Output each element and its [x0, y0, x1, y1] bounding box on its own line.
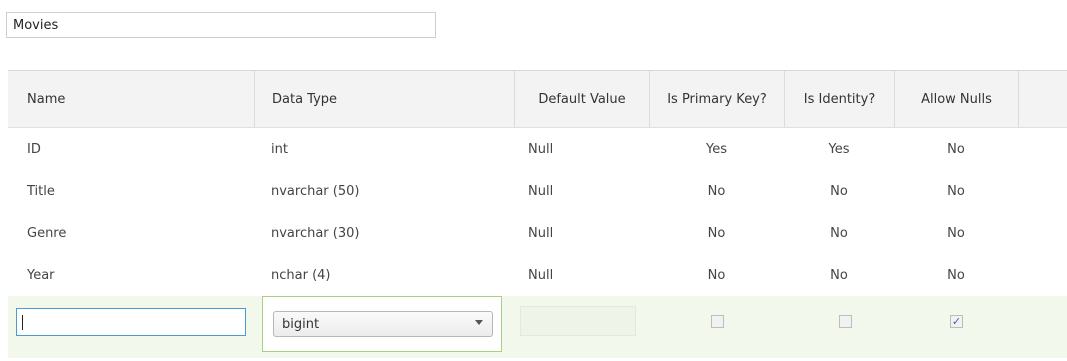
chevron-down-icon[interactable] — [475, 320, 483, 325]
columns-grid: Name Data Type Default Value Is Primary … — [8, 70, 1067, 361]
cell-is-identity[interactable]: Yes — [784, 128, 894, 170]
text-caret — [22, 315, 23, 330]
cell-data-type[interactable]: int — [271, 128, 501, 170]
table-row[interactable]: Genre nvarchar (30) Null No No No — [8, 212, 1067, 254]
header-allow-nulls[interactable]: Allow Nulls — [894, 71, 1018, 127]
cell-default-value[interactable]: Null — [528, 128, 638, 170]
cell-is-identity[interactable]: No — [784, 212, 894, 254]
table-row[interactable]: Year nchar (4) Null No No No — [8, 254, 1067, 296]
cell-is-primary-key[interactable]: No — [649, 254, 784, 296]
table-name-input[interactable] — [6, 12, 436, 38]
cell-allow-nulls[interactable]: No — [894, 212, 1018, 254]
cell-is-identity[interactable]: No — [784, 254, 894, 296]
data-type-editor: bigint — [262, 296, 502, 352]
header-is-identity[interactable]: Is Identity? — [784, 71, 894, 127]
is-primary-key-checkbox[interactable] — [711, 315, 724, 328]
grid-header: Name Data Type Default Value Is Primary … — [8, 71, 1067, 128]
cell-allow-nulls[interactable]: No — [894, 128, 1018, 170]
cell-name[interactable]: Title — [27, 170, 247, 212]
cell-data-type[interactable]: nchar (4) — [271, 254, 501, 296]
header-default-value[interactable]: Default Value — [514, 71, 649, 127]
new-default-value-input[interactable] — [520, 306, 636, 336]
new-column-row: bigint ✓ — [8, 296, 1067, 358]
cell-data-type[interactable]: nvarchar (50) — [271, 170, 501, 212]
cell-default-value[interactable]: Null — [528, 212, 638, 254]
header-extra — [1018, 71, 1067, 127]
cell-name[interactable]: Year — [27, 254, 247, 296]
cell-name[interactable]: Genre — [27, 212, 247, 254]
cell-allow-nulls[interactable]: No — [894, 170, 1018, 212]
header-is-primary-key[interactable]: Is Primary Key? — [649, 71, 784, 127]
table-row[interactable]: ID int Null Yes Yes No — [8, 128, 1067, 170]
checkmark-icon: ✓ — [951, 315, 962, 328]
cell-allow-nulls[interactable]: No — [894, 254, 1018, 296]
header-name[interactable]: Name — [8, 71, 254, 127]
cell-is-primary-key[interactable]: Yes — [649, 128, 784, 170]
cell-data-type[interactable]: nvarchar (30) — [271, 212, 501, 254]
allow-nulls-checkbox[interactable]: ✓ — [950, 315, 963, 328]
cell-default-value[interactable]: Null — [528, 170, 638, 212]
cell-name[interactable]: ID — [27, 128, 247, 170]
table-row[interactable]: Title nvarchar (50) Null No No No — [8, 170, 1067, 212]
data-type-select[interactable]: bigint — [273, 311, 493, 337]
cell-is-identity[interactable]: No — [784, 170, 894, 212]
is-identity-checkbox[interactable] — [839, 315, 852, 328]
cell-is-primary-key[interactable]: No — [649, 212, 784, 254]
data-type-selected-value: bigint — [282, 316, 320, 332]
new-column-name-input[interactable] — [16, 308, 246, 336]
header-data-type[interactable]: Data Type — [254, 71, 514, 127]
cell-default-value[interactable]: Null — [528, 254, 638, 296]
cell-is-primary-key[interactable]: No — [649, 170, 784, 212]
